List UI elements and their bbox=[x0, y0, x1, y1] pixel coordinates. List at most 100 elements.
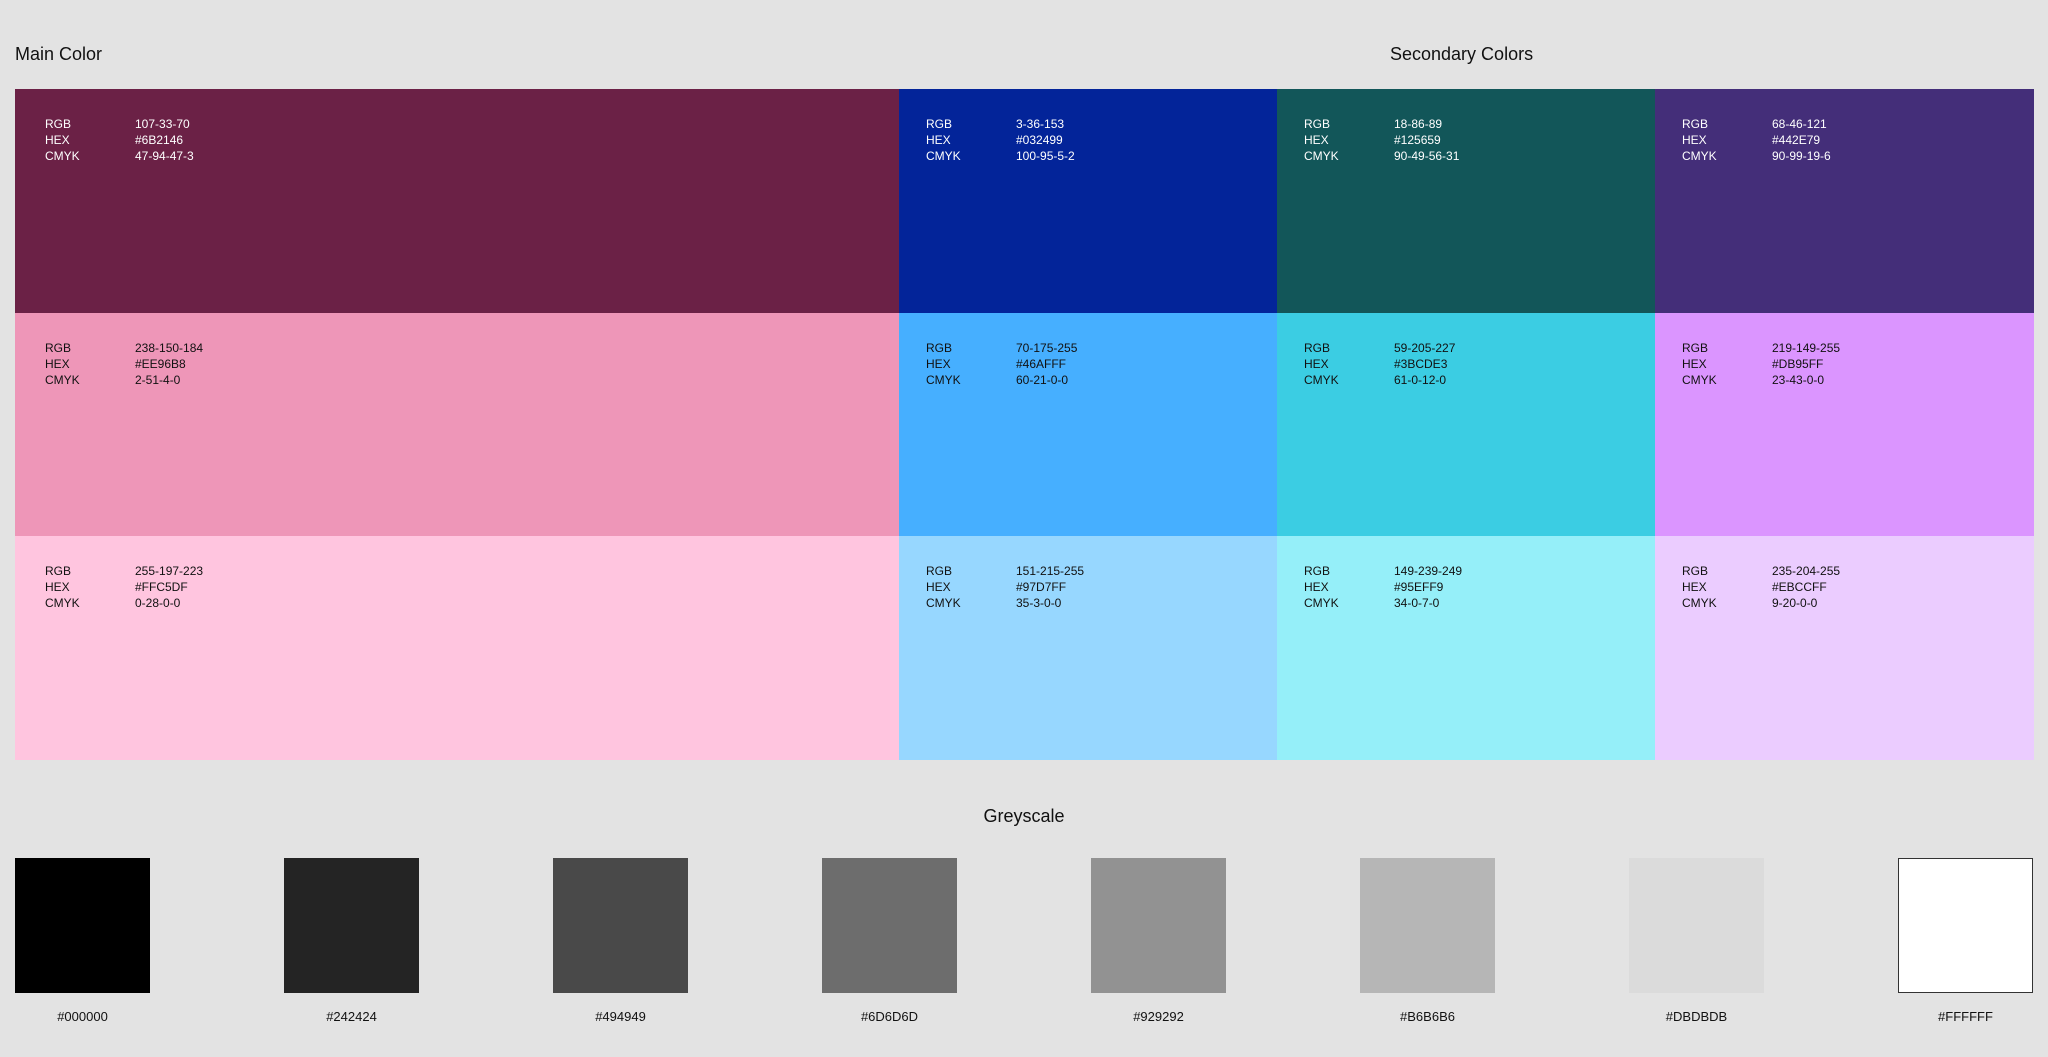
greyscale-hex: #242424 bbox=[326, 1009, 377, 1024]
greyscale-item: #000000 bbox=[15, 858, 150, 1024]
greyscale-hex: #494949 bbox=[595, 1009, 646, 1024]
color-specs: RGB 238-150-184 HEX #EE96B8 CMYK 2-51-4-0 bbox=[45, 341, 203, 387]
greyscale-swatch bbox=[1360, 858, 1495, 993]
cmyk-label: CMYK bbox=[926, 149, 961, 163]
cmyk-value: 100-95-5-2 bbox=[1016, 149, 1075, 163]
color-specs: RGB 219-149-255 HEX #DB95FF CMYK 23-43-0-0 bbox=[1682, 341, 1840, 387]
cmyk-label: CMYK bbox=[45, 372, 80, 387]
main-color-heading: Main Color bbox=[15, 44, 103, 64]
cmyk-label: CMYK bbox=[926, 596, 961, 611]
hex-value: #EE96B8 bbox=[135, 356, 186, 371]
hex-label: HEX bbox=[926, 356, 951, 371]
cmyk-value: 2-51-4-0 bbox=[135, 372, 181, 387]
rgb-value: 59-205-227 bbox=[1394, 340, 1456, 355]
hex-value: #95EFF9 bbox=[1394, 580, 1444, 595]
rgb-value: 151-215-255 bbox=[1016, 564, 1085, 579]
hex-label: HEX bbox=[45, 133, 70, 147]
color-palette: RGB 107-33-70 HEX #6B2146 CMYK 47-94-47-3 R… bbox=[15, 89, 2034, 761]
hex-value: #46AFFF bbox=[1016, 356, 1067, 371]
rgb-label: RGB bbox=[1304, 340, 1331, 355]
hex-value: #6B2146 bbox=[135, 133, 184, 147]
rgb-label: RGB bbox=[1304, 117, 1331, 131]
color-swatch: RGB 107-33-70 HEX #6B2146 CMYK 47-94-47-3 bbox=[15, 89, 899, 313]
cmyk-value: 35-3-0-0 bbox=[1016, 596, 1062, 611]
hex-value: #125659 bbox=[1394, 133, 1441, 147]
rgb-value: 238-150-184 bbox=[135, 340, 204, 355]
color-specs: RGB 235-204-255 HEX #EBCCFF CMYK 9-20-0-0 bbox=[1682, 564, 1840, 610]
greyscale-swatch bbox=[1629, 858, 1764, 993]
hex-value: #DB95FF bbox=[1772, 356, 1824, 371]
greyscale-heading: Greyscale bbox=[983, 806, 1065, 826]
color-swatch: RGB 149-239-249 HEX #95EFF9 CMYK 34-0-7-0 bbox=[1277, 536, 1655, 761]
rgb-label: RGB bbox=[1304, 564, 1331, 579]
greyscale-swatch bbox=[15, 858, 150, 993]
hex-value: #442E79 bbox=[1772, 133, 1821, 147]
palette-column-blue: RGB 3-36-153 HEX #032499 CMYK 100-95-5-2 RG… bbox=[899, 89, 1277, 761]
cmyk-value: 9-20-0-0 bbox=[1772, 596, 1818, 611]
color-specs: RGB 59-205-227 HEX #3BCDE3 CMYK 61-0-12-0 bbox=[1304, 341, 1455, 387]
hex-value: #3BCDE3 bbox=[1394, 356, 1448, 371]
greyscale-swatch bbox=[284, 858, 419, 993]
rgb-value: 3-36-153 bbox=[1016, 117, 1065, 131]
cmyk-value: 47-94-47-3 bbox=[135, 149, 194, 163]
hex-label: HEX bbox=[1682, 133, 1707, 147]
rgb-label: RGB bbox=[45, 564, 72, 579]
greyscale-swatch bbox=[822, 858, 957, 993]
hex-label: HEX bbox=[1682, 580, 1707, 595]
greyscale-item: #B6B6B6 bbox=[1360, 858, 1495, 1024]
cmyk-label: CMYK bbox=[45, 596, 80, 611]
hex-label: HEX bbox=[1304, 580, 1329, 595]
greyscale-hex: #6D6D6D bbox=[860, 1009, 919, 1024]
color-specs: RGB 255-197-223 HEX #FFC5DF CMYK 0-28-0-0 bbox=[45, 564, 203, 610]
color-swatch: RGB 3-36-153 HEX #032499 CMYK 100-95-5-2 bbox=[899, 89, 1277, 313]
rgb-label: RGB bbox=[926, 117, 953, 131]
greyscale-hex: #929292 bbox=[1133, 1009, 1184, 1024]
color-swatch: RGB 59-205-227 HEX #3BCDE3 CMYK 61-0-12-0 bbox=[1277, 312, 1655, 537]
rgb-label: RGB bbox=[1682, 564, 1709, 579]
greyscale-row: #000000 #242424 #494949 #6D6D6D #929292 … bbox=[15, 858, 2034, 1024]
rgb-value: 18-86-89 bbox=[1394, 117, 1443, 131]
color-swatch: RGB 68-46-121 HEX #442E79 CMYK 90-99-19-6 bbox=[1655, 89, 2034, 313]
cmyk-label: CMYK bbox=[1304, 596, 1339, 611]
cmyk-label: CMYK bbox=[1682, 372, 1717, 387]
color-specs: RGB 68-46-121 HEX #442E79 CMYK 90-99-19-6 bbox=[1682, 117, 1831, 163]
hex-label: HEX bbox=[1682, 356, 1707, 371]
color-specs: RGB 70-175-255 HEX #46AFFF CMYK 60-21-0-0 bbox=[926, 341, 1077, 387]
hex-value: #032499 bbox=[1016, 133, 1063, 147]
hex-label: HEX bbox=[1304, 133, 1329, 147]
cmyk-label: CMYK bbox=[1304, 149, 1339, 163]
color-specs: RGB 18-86-89 HEX #125659 CMYK 90-49-56-31 bbox=[1304, 117, 1459, 163]
cmyk-label: CMYK bbox=[1304, 372, 1339, 387]
rgb-value: 149-239-249 bbox=[1394, 564, 1463, 579]
cmyk-value: 90-99-19-6 bbox=[1772, 149, 1831, 163]
greyscale-hex: #FFFFFF bbox=[1938, 1009, 1993, 1024]
greyscale-hex: #000000 bbox=[57, 1009, 108, 1024]
greyscale-item: #DBDBDB bbox=[1629, 858, 1764, 1024]
cmyk-value: 0-28-0-0 bbox=[135, 596, 181, 611]
rgb-label: RGB bbox=[45, 117, 72, 131]
palette-column-main: RGB 107-33-70 HEX #6B2146 CMYK 47-94-47-3 R… bbox=[15, 89, 899, 761]
color-specs: RGB 149-239-249 HEX #95EFF9 CMYK 34-0-7-0 bbox=[1304, 564, 1462, 610]
rgb-value: 219-149-255 bbox=[1772, 340, 1841, 355]
greyscale-hex: #B6B6B6 bbox=[1400, 1009, 1455, 1024]
rgb-value: 70-175-255 bbox=[1016, 340, 1078, 355]
cmyk-value: 60-21-0-0 bbox=[1016, 372, 1069, 387]
hex-label: HEX bbox=[1304, 356, 1329, 371]
rgb-label: RGB bbox=[1682, 340, 1709, 355]
hex-label: HEX bbox=[926, 133, 951, 147]
secondary-colors-heading: Secondary Colors bbox=[1390, 44, 1534, 64]
cmyk-value: 23-43-0-0 bbox=[1772, 372, 1825, 387]
greyscale-hex: #DBDBDB bbox=[1665, 1009, 1728, 1024]
color-swatch: RGB 238-150-184 HEX #EE96B8 CMYK 2-51-4-0 bbox=[15, 312, 899, 537]
rgb-label: RGB bbox=[1682, 117, 1709, 131]
rgb-label: RGB bbox=[926, 564, 953, 579]
cmyk-label: CMYK bbox=[1682, 149, 1717, 163]
hex-value: #FFC5DF bbox=[135, 580, 188, 595]
cmyk-label: CMYK bbox=[1682, 596, 1717, 611]
hex-label: HEX bbox=[45, 580, 70, 595]
color-specs: RGB 151-215-255 HEX #97D7FF CMYK 35-3-0-0 bbox=[926, 564, 1084, 610]
hex-value: #97D7FF bbox=[1016, 580, 1067, 595]
hex-value: #EBCCFF bbox=[1772, 580, 1827, 595]
cmyk-value: 61-0-12-0 bbox=[1394, 372, 1447, 387]
color-swatch: RGB 255-197-223 HEX #FFC5DF CMYK 0-28-0-0 bbox=[15, 536, 899, 761]
